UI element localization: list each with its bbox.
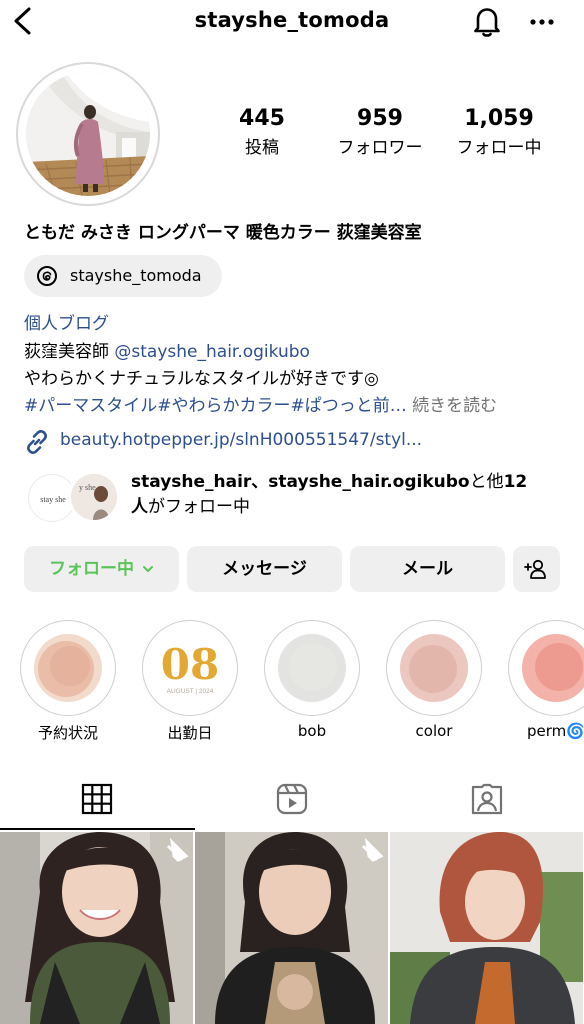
following-button-label: フォロー中	[49, 559, 135, 579]
profile-tabs	[0, 770, 584, 830]
following-label: フォロー中	[456, 138, 542, 158]
post-thumbnail[interactable]	[195, 832, 388, 1024]
follower-avatar: y she	[68, 471, 120, 523]
email-button-label: メール	[402, 559, 453, 579]
highlight-label: 予約状況	[37, 724, 98, 742]
threads-badge[interactable]: stayshe_tomoda	[24, 255, 222, 297]
cyclone-icon: 🌀	[566, 722, 584, 740]
svg-text:stay she: stay she	[40, 495, 66, 504]
highlight-label: bob	[297, 722, 327, 740]
tab-reels[interactable]	[195, 770, 390, 830]
bell-icon[interactable]	[470, 4, 504, 38]
highlight-cover: 08 AUGUST | 2024	[149, 627, 231, 709]
stat-following[interactable]: 1,059 フォロー中	[448, 106, 550, 158]
bio-line-2: やわらかくナチュラルなスタイルが好きです◎	[24, 369, 379, 389]
highlight-ring	[264, 620, 360, 716]
posts-label: 投稿	[245, 138, 279, 158]
add-person-icon	[524, 559, 546, 579]
following-button[interactable]: フォロー中	[24, 546, 179, 592]
followed-by-and: と他	[469, 472, 504, 492]
followed-by-count: 12	[503, 472, 528, 492]
highlight-label: perm🌀	[508, 722, 584, 740]
link-icon	[27, 430, 47, 454]
threads-icon	[37, 266, 57, 286]
highlight-yoyaku[interactable]: 予約状況	[20, 620, 116, 743]
highlight-cover	[271, 627, 353, 709]
followers-count: 959	[357, 106, 403, 131]
post-thumbnail[interactable]	[0, 832, 193, 1024]
followers-label: フォロワー	[337, 138, 423, 158]
highlight-cover	[27, 627, 109, 709]
following-count: 1,059	[464, 106, 534, 131]
message-button-label: メッセージ	[222, 559, 307, 579]
highlight-ring	[386, 620, 482, 716]
bio-line-3: #パーマスタイル#やわらかカラー#ぱつっと前… 続きを読む	[24, 391, 497, 416]
chevron-down-icon	[142, 566, 153, 572]
stat-posts[interactable]: 445 投稿	[236, 106, 288, 158]
highlight-label-text: perm	[527, 722, 567, 740]
bio-line-1: 荻窪美容師 @stayshe_hair.ogikubo	[24, 337, 310, 362]
more-horizontal-icon[interactable]	[528, 8, 556, 34]
read-more-link[interactable]: 続きを読む	[412, 396, 497, 416]
stat-followers[interactable]: 959 フォロワー	[330, 106, 430, 158]
grid-icon	[81, 783, 113, 815]
profile-category: 個人ブログ	[24, 314, 109, 334]
profile-name: ともだ みさき ロングパーマ 暖色カラー 荻窪美容室	[24, 223, 422, 243]
posts-count: 445	[239, 106, 285, 131]
svg-text:08: 08	[161, 640, 219, 689]
tab-grid[interactable]	[0, 770, 195, 830]
highlight-ring: 08 AUGUST | 2024	[142, 620, 238, 716]
bio-mention-link[interactable]: @stayshe_hair.ogikubo	[114, 342, 310, 362]
post-thumbnail[interactable]	[390, 832, 583, 1024]
highlight-cover	[393, 627, 475, 709]
followed-by-text[interactable]: stayshe_hair、stayshe_hair.ogikuboと他12 人が…	[131, 470, 571, 520]
highlight-bob[interactable]: bob	[264, 620, 360, 740]
suggest-people-button[interactable]	[513, 546, 560, 592]
reels-icon	[276, 783, 308, 815]
top-bar: stayshe_tomoda	[0, 0, 584, 44]
active-tab-indicator	[0, 828, 195, 830]
message-button[interactable]: メッセージ	[187, 546, 342, 592]
highlight-perm[interactable]: perm🌀	[508, 620, 584, 740]
tagged-icon	[471, 783, 503, 815]
profile-avatar[interactable]	[16, 62, 160, 206]
followed-by-people: 人	[131, 497, 148, 517]
avatar-photo	[26, 72, 150, 196]
email-button[interactable]: メール	[350, 546, 505, 592]
bio-hashtags[interactable]: #パーマスタイル#やわらかカラー#ぱつっと前…	[24, 396, 407, 416]
bio-text: 荻窪美容師	[24, 342, 115, 362]
highlight-label: 出勤日	[167, 724, 213, 742]
svg-text:AUGUST | 2024: AUGUST | 2024	[167, 688, 214, 695]
highlight-label: color	[415, 722, 453, 740]
svg-text:y she: y she	[79, 483, 96, 492]
tab-tagged[interactable]	[390, 770, 584, 830]
highlight-color[interactable]: color	[386, 620, 482, 740]
highlight-shukkin[interactable]: 08 AUGUST | 2024 出勤日	[142, 620, 238, 743]
highlight-cover	[515, 627, 584, 709]
threads-handle: stayshe_tomoda	[70, 266, 202, 285]
highlight-ring	[20, 620, 116, 716]
followed-by-accounts: stayshe_hair、stayshe_hair.ogikubo	[131, 472, 470, 492]
followed-by-suffix: がフォロー中	[148, 497, 250, 517]
highlight-ring	[508, 620, 584, 716]
website-link[interactable]: beauty.hotpepper.jp/slnH000551547/styl..…	[60, 430, 422, 450]
